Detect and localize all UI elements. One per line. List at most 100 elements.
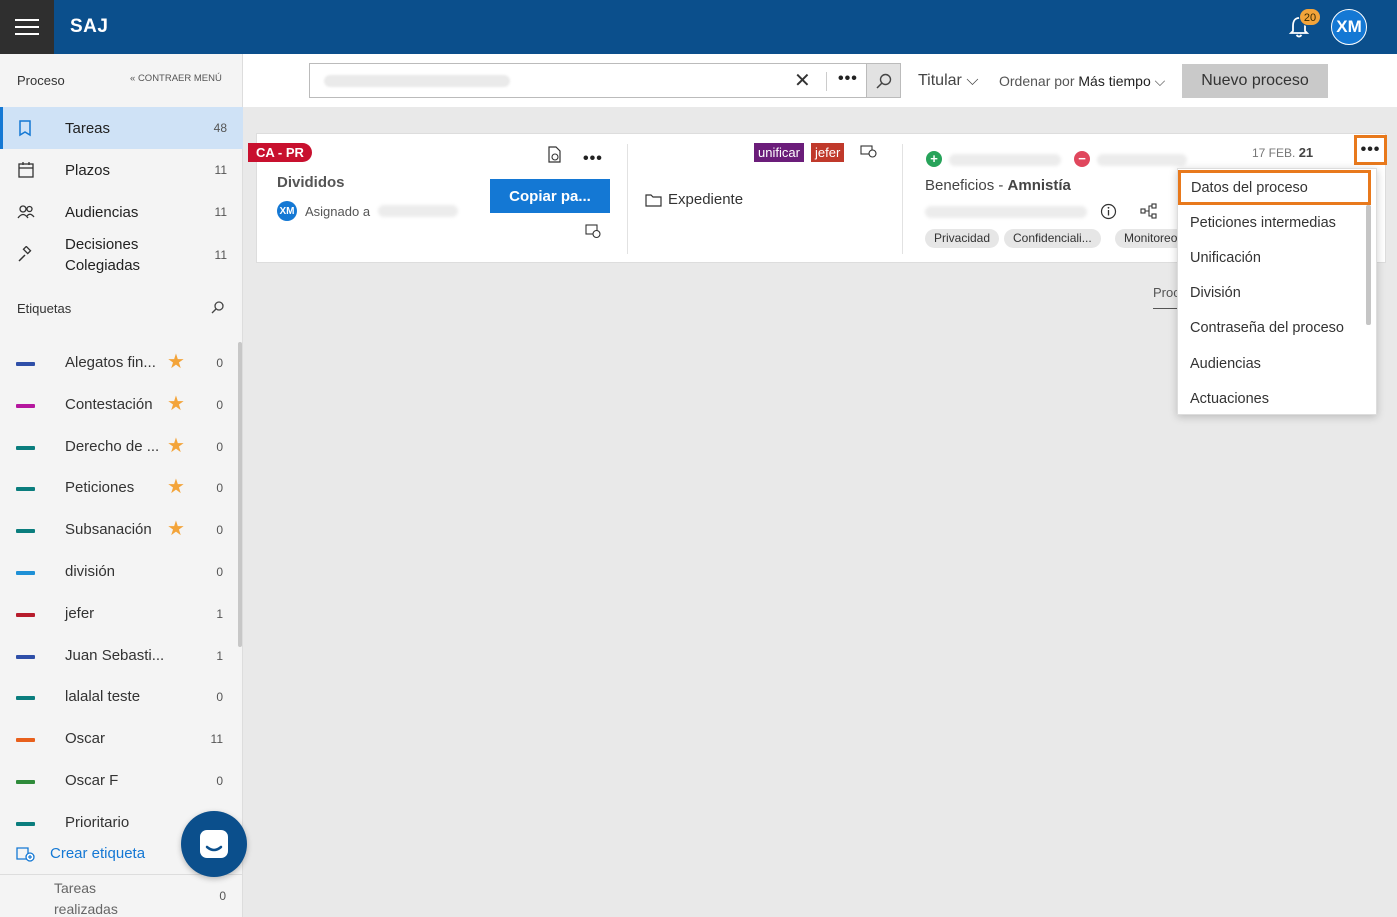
clear-icon[interactable]: ✕ <box>794 71 811 91</box>
tag-count: 0 <box>216 397 223 412</box>
nav-item-tareas[interactable]: Tareas 48 <box>0 107 243 149</box>
assignee-avatar: XM <box>277 201 297 221</box>
star-icon[interactable]: ★ <box>167 394 185 414</box>
nav-item-plazos[interactable]: Plazos 11 <box>0 149 243 191</box>
more-options-icon[interactable]: ••• <box>838 70 858 88</box>
menu-scrollbar[interactable] <box>1366 205 1371 325</box>
nav-count: 11 <box>214 205 227 219</box>
tag-color-icon <box>16 696 35 701</box>
collapse-menu-button[interactable]: « CONTRAER MENÚ <box>130 73 222 84</box>
search-icon[interactable] <box>211 300 225 314</box>
date-day: 21 <box>1298 145 1314 160</box>
notification-badge: 20 <box>1299 8 1321 26</box>
tag-item[interactable]: división 0 <box>0 552 243 592</box>
search-icon <box>875 73 891 89</box>
menu-item-audiencias[interactable]: Audiencias <box>1178 346 1368 381</box>
brand-logo[interactable]: SAJ <box>70 16 108 38</box>
chat-button[interactable] <box>181 811 247 877</box>
tag-item[interactable]: Oscar 11 <box>0 719 243 759</box>
toolbar: ✕ ••• Titular ⌵ Ordenar por Más tiempo ⌵… <box>243 54 1397 107</box>
tag-item[interactable]: jefer 1 <box>0 594 243 634</box>
document-clock-icon[interactable] <box>547 146 563 164</box>
assigned-to: XM Asignado a <box>277 201 459 221</box>
tag-item[interactable]: Derecho de ... ★ 0 <box>0 427 243 467</box>
date-prefix: 17 FEB. <box>1252 146 1296 160</box>
menu-item-unificacion[interactable]: Unificación <box>1178 240 1368 275</box>
star-icon[interactable]: ★ <box>167 477 185 497</box>
order-select[interactable]: Ordenar por Más tiempo ⌵ <box>999 73 1165 90</box>
folder-icon <box>645 193 662 207</box>
tag-color-icon <box>16 738 35 743</box>
nav-item-audiencias[interactable]: Audiencias 11 <box>0 191 243 233</box>
menu-item-peticiones-intermedias[interactable]: Peticiones intermedias <box>1178 205 1368 240</box>
assignee-name-redacted <box>378 205 459 217</box>
minus-circle-icon[interactable]: − <box>1074 151 1090 167</box>
tag-chip-jefer: jefer <box>811 143 845 162</box>
tag-color-icon <box>16 487 35 492</box>
done-tasks-label[interactable]: Tareas realizadas <box>54 878 154 917</box>
tag-count: 0 <box>216 690 223 705</box>
tag-item[interactable]: Peticiones ★ 0 <box>0 468 243 508</box>
star-icon[interactable]: ★ <box>167 519 185 539</box>
info-icon[interactable] <box>1100 203 1117 220</box>
tag-count: 0 <box>216 439 223 454</box>
tag-item[interactable]: Oscar F 0 <box>0 761 243 801</box>
tag-count: 0 <box>216 774 223 788</box>
tag-item[interactable]: Subsanación ★ 0 <box>0 510 243 550</box>
party-redacted <box>1097 154 1187 166</box>
add-tag-icon[interactable] <box>860 144 878 160</box>
tag-count: 1 <box>216 648 223 663</box>
card-actions-more-button[interactable]: ••• <box>1354 135 1387 165</box>
sidebar-section-title: Proceso <box>17 73 65 88</box>
nav-label: Audiencias <box>65 203 139 221</box>
add-tag-icon <box>16 846 35 862</box>
book-icon <box>19 120 31 137</box>
new-process-button[interactable]: Nuevo proceso <box>1182 64 1328 98</box>
top-bar: SAJ 20 XM <box>0 0 1397 54</box>
tag-item[interactable]: Alegatos fin... ★ 0 <box>0 343 243 383</box>
user-avatar[interactable]: XM <box>1331 9 1367 45</box>
tag-label: Oscar <box>65 730 106 748</box>
tag-count: 0 <box>216 356 223 370</box>
tag-label: Alegatos fin... <box>65 354 156 371</box>
menu-icon[interactable] <box>0 0 54 54</box>
tag-item[interactable]: Contestación ★ 0 <box>0 385 243 425</box>
pill-privacidad: Privacidad <box>925 229 1000 248</box>
expediente-link[interactable]: Expediente <box>645 191 743 208</box>
tag-item[interactable]: Juan Sebasti... 1 <box>0 636 243 676</box>
card-more-icon[interactable]: ••• <box>583 150 603 168</box>
sidebar-scrollbar[interactable] <box>238 342 242 647</box>
subject-prefix: Beneficios - <box>925 177 1008 194</box>
tag-color-icon <box>16 571 35 575</box>
create-tag-button[interactable]: Crear etiqueta <box>16 845 145 862</box>
card-title[interactable]: Divididos <box>277 174 345 191</box>
titular-filter[interactable]: Titular ⌵ <box>918 72 978 90</box>
done-tasks-count: 0 <box>219 889 226 903</box>
menu-item-contrasena[interactable]: Contraseña del proceso <box>1178 310 1368 345</box>
tag-item[interactable]: lalalal teste 0 <box>0 677 243 717</box>
search-separator <box>826 72 827 91</box>
star-icon[interactable]: ★ <box>167 436 185 456</box>
menu-item-actuaciones[interactable]: Actuaciones <box>1178 381 1368 416</box>
search-button[interactable] <box>866 64 900 97</box>
plus-circle-icon[interactable]: + <box>926 151 942 167</box>
tag-label: lalalal teste <box>65 688 141 706</box>
menu-item-datos-proceso[interactable]: Datos del proceso <box>1178 170 1371 205</box>
nav-label: Decisiones Colegiadas <box>65 236 141 274</box>
add-comment-icon[interactable] <box>585 223 601 239</box>
card-actions-menu: Datos del proceso Peticiones intermedias… <box>1177 168 1377 415</box>
tag-label: Peticiones <box>65 479 135 497</box>
menu-item-division[interactable]: División <box>1178 275 1368 310</box>
tag-chip-unificar: unificar <box>754 143 804 162</box>
nav-item-decisiones[interactable]: Decisiones Colegiadas 11 <box>0 233 243 277</box>
search-value <box>324 75 510 87</box>
hierarchy-icon[interactable] <box>1140 203 1158 220</box>
subject-bold: Amnistía <box>1007 177 1071 194</box>
tag-label: Prioritario <box>65 813 130 831</box>
tab-peek[interactable]: Proc <box>1153 285 1180 300</box>
copy-button[interactable]: Copiar pa... <box>490 179 610 213</box>
titular-label: Titular <box>918 72 962 89</box>
star-icon[interactable]: ★ <box>167 352 185 372</box>
search-input[interactable]: ✕ ••• <box>309 63 901 98</box>
tag-color-icon <box>16 612 35 617</box>
